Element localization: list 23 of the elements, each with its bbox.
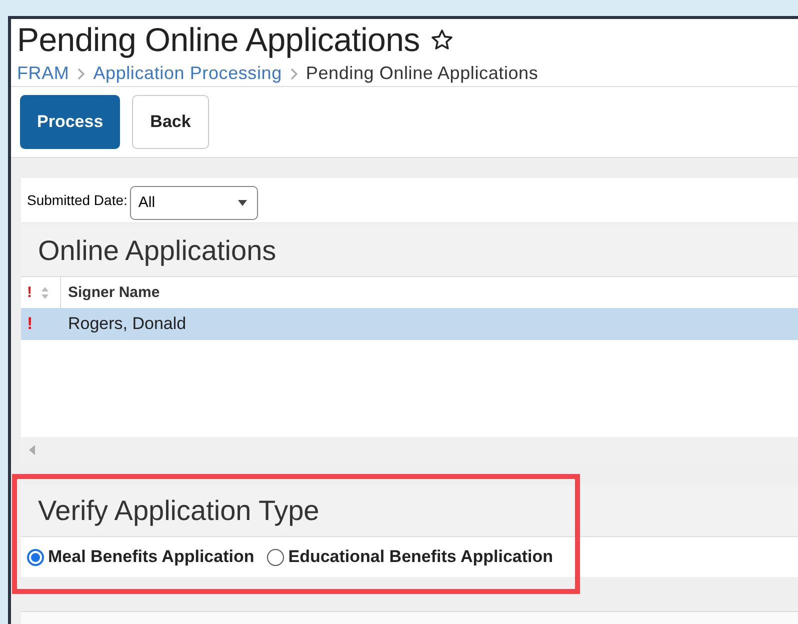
date-dropdown[interactable]: All [130, 186, 258, 220]
breadcrumb-link[interactable]: Application Processing [93, 63, 282, 84]
filter-label: Submitted Date: [27, 192, 128, 208]
flag-cell: ! [27, 314, 33, 333]
process-button[interactable]: Process [20, 95, 120, 149]
chevron-icon [77, 68, 86, 80]
radio-button[interactable] [27, 548, 44, 566]
breadcrumb-current: Pending Online Applications [306, 63, 538, 84]
radio-button[interactable] [267, 548, 284, 566]
page-title: Pending Online Applications [17, 21, 420, 59]
star-icon[interactable] [430, 28, 454, 52]
breadcrumb-link[interactable]: FRAM [17, 63, 70, 84]
section-title: Verify Application Type [38, 494, 320, 526]
panel-title: Online Applications [38, 234, 276, 266]
chevron-icon [290, 68, 298, 80]
radio-label[interactable]: Meal Benefits Application [48, 547, 254, 567]
table-cell-text: Rogers, Donald [67, 314, 186, 334]
back-button[interactable]: Back [132, 95, 209, 149]
radio-label[interactable]: Educational Benefits Application [288, 547, 554, 567]
column-header[interactable]: ! [27, 284, 32, 301]
table-row[interactable]: ! Rogers, Donald [21, 308, 798, 340]
caret-icon[interactable] [238, 200, 248, 206]
column-header[interactable]: Signer Name [68, 284, 160, 301]
